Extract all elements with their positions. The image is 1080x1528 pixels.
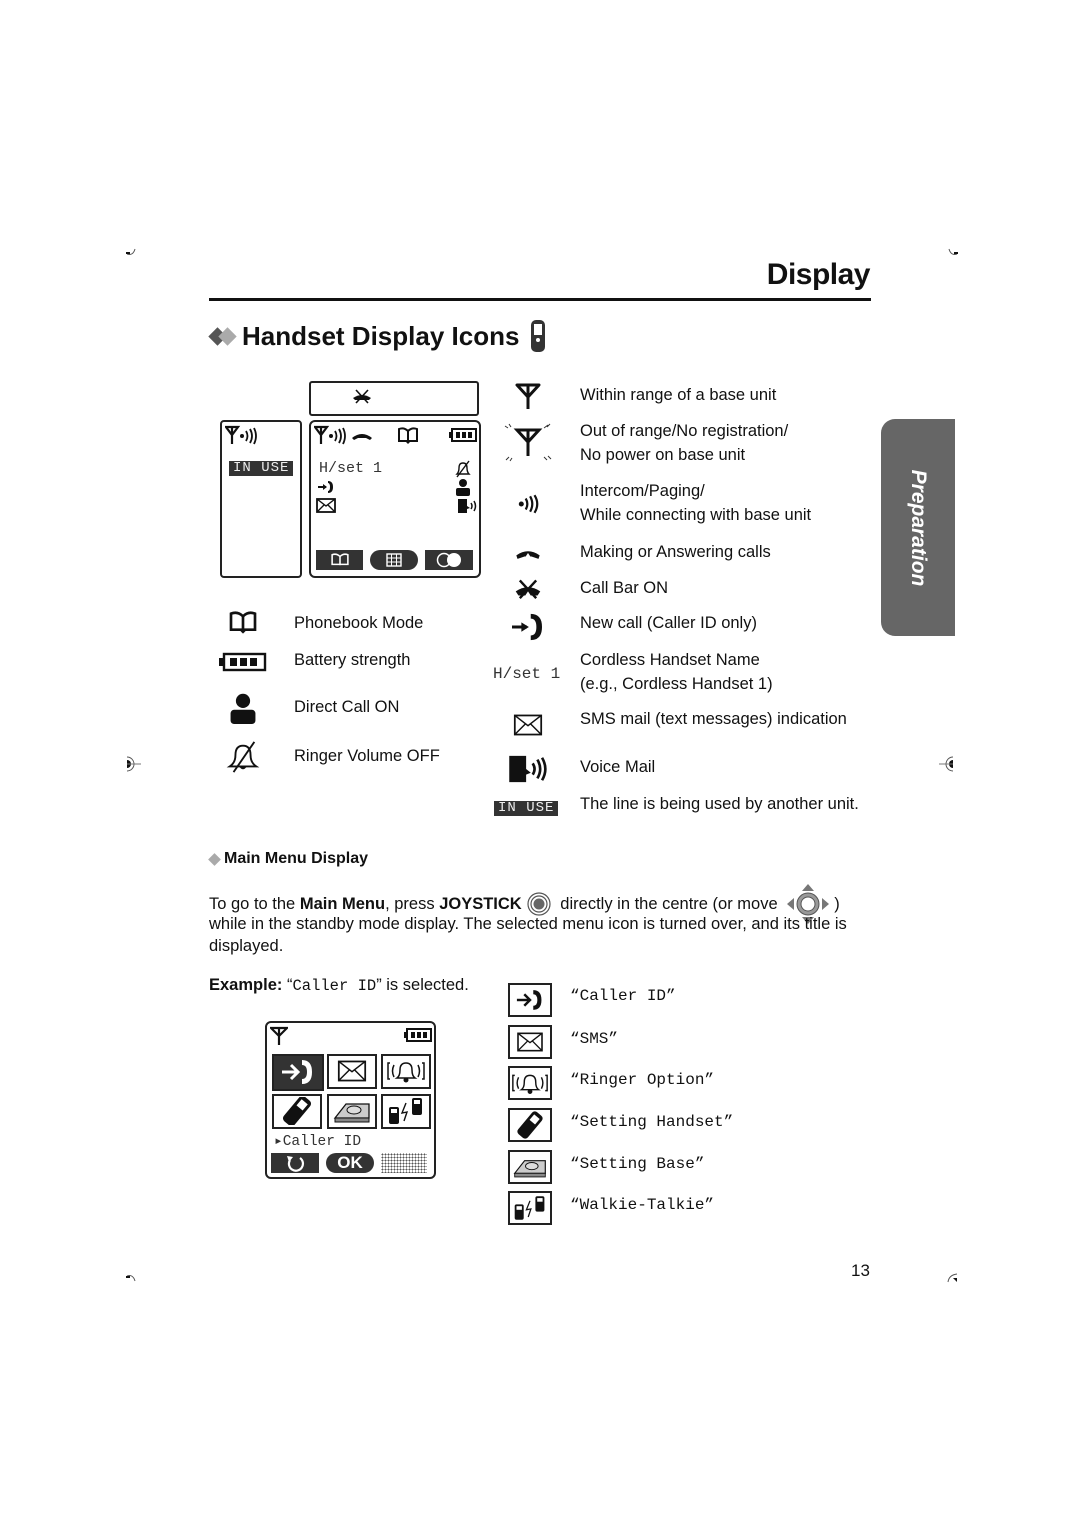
menu-tile-ringer-option[interactable] xyxy=(381,1054,431,1089)
in-use-badge: IN USE xyxy=(494,801,559,816)
legend-label: Ringer Volume OFF xyxy=(294,747,440,765)
menu-item-label: “SMS” xyxy=(570,1030,619,1048)
diamond-bullet-icon xyxy=(208,852,221,866)
menu-item-label: “Setting Handset” xyxy=(570,1113,734,1131)
lcd-main-menu-screen: ▸Caller ID OK xyxy=(265,1021,436,1179)
legend-label: Phonebook Mode xyxy=(294,614,424,632)
registration-mark xyxy=(947,1273,958,1283)
legend-label: Call Bar ON xyxy=(580,579,669,597)
legend-label: SMS mail (text messages) indication xyxy=(580,710,847,728)
ringer-off-icon xyxy=(224,740,262,774)
menu-item-label: “Setting Base” xyxy=(570,1155,705,1173)
phonebook-softkey[interactable] xyxy=(316,550,363,570)
subsection-title: Main Menu Display xyxy=(208,850,368,868)
new-call-icon xyxy=(318,481,333,493)
new-call-icon xyxy=(508,611,546,643)
phonebook-icon xyxy=(398,427,418,444)
registration-mark xyxy=(939,756,954,772)
menu-tile-setting-handset[interactable] xyxy=(272,1094,322,1129)
call-bar-icon xyxy=(511,577,545,603)
joystick-press-icon xyxy=(527,892,551,916)
menu-item-label: “Caller ID” xyxy=(570,987,676,1005)
voice-mail-icon xyxy=(506,753,550,785)
section-tab-preparation[interactable]: Preparation xyxy=(881,419,955,636)
heading-rule xyxy=(209,298,871,301)
intro-line-3: displayed. xyxy=(209,937,284,955)
handset-icon xyxy=(531,320,546,352)
registration-mark xyxy=(126,756,141,772)
page-number: 13 xyxy=(851,1261,870,1280)
page-heading: Display xyxy=(766,258,871,291)
legend-label: Making or Answering calls xyxy=(580,543,771,561)
intro-line-2: while in the standby mode display. The s… xyxy=(209,915,847,933)
menu-tile-caller-id-selected[interactable] xyxy=(272,1054,324,1091)
registration-mark xyxy=(948,248,958,255)
intercom-icon xyxy=(514,492,544,516)
legend-label: The line is being used by another unit. xyxy=(580,795,859,813)
direct-call-icon xyxy=(225,691,261,725)
selected-menu-title: ▸Caller ID xyxy=(274,1134,362,1150)
registration-mark xyxy=(126,1275,136,1282)
lcd-main-screen: H/set 1 xyxy=(309,420,481,578)
legend-label: Voice Mail xyxy=(580,758,656,776)
legend-label: While connecting with base unit xyxy=(580,506,812,524)
example-caption: Example: “Caller ID” is selected. xyxy=(209,976,469,995)
legend-label: Direct Call ON xyxy=(294,698,400,716)
legend-label: New call (Caller ID only) xyxy=(580,614,757,632)
ringer-option-icon xyxy=(508,1066,552,1100)
battery-icon xyxy=(449,428,477,442)
antenna-intercom-icon xyxy=(314,425,346,445)
intercom-softkey[interactable] xyxy=(425,550,473,570)
back-softkey[interactable] xyxy=(271,1153,319,1173)
sms-envelope-icon xyxy=(511,712,545,738)
voice-mail-icon xyxy=(458,499,477,513)
section-title: Handset Display Icons xyxy=(208,318,547,354)
handset-off-hook-icon xyxy=(510,545,546,561)
caller-id-icon xyxy=(508,983,552,1017)
direct-call-icon xyxy=(456,479,470,496)
menu-item-label: “Ringer Option” xyxy=(570,1071,715,1089)
sms-icon xyxy=(508,1025,552,1059)
antenna-icon xyxy=(270,1026,288,1045)
battery-icon xyxy=(404,1028,432,1042)
legend-label: Out of range/No registration/ xyxy=(580,422,789,440)
handset-off-hook-icon xyxy=(352,434,372,440)
diamond-bullets-icon xyxy=(208,326,237,346)
antenna-icon xyxy=(512,381,544,411)
battery-icon xyxy=(218,650,268,674)
ringer-off-icon xyxy=(455,460,471,478)
handset-name-sample: H/set 1 xyxy=(493,665,561,683)
ok-softkey[interactable]: OK xyxy=(326,1153,374,1173)
phonebook-icon xyxy=(222,609,264,637)
legend-label: Battery strength xyxy=(294,651,411,669)
menu-item-label: “Walkie-Talkie” xyxy=(570,1196,715,1214)
section-title-text: Handset Display Icons xyxy=(242,320,520,351)
lcd-left-screen: IN USE xyxy=(220,420,302,578)
setting-handset-icon xyxy=(508,1108,552,1142)
menu-tile-sms[interactable] xyxy=(327,1054,377,1089)
sms-envelope-icon xyxy=(316,498,336,513)
antenna-intercom-icon xyxy=(225,425,257,445)
handset-name: H/set 1 xyxy=(319,460,383,477)
legend-label: (e.g., Cordless Handset 1) xyxy=(580,675,773,693)
in-use-badge: IN USE xyxy=(229,461,294,476)
legend-label: Within range of a base unit xyxy=(580,386,777,404)
setting-base-icon xyxy=(508,1150,552,1184)
menu-tile-walkie-talkie[interactable] xyxy=(381,1094,431,1129)
antenna-flashing-icon xyxy=(502,422,554,464)
walkie-talkie-icon xyxy=(508,1191,552,1225)
dotted-softkey-area xyxy=(381,1153,427,1173)
call-bar-icon xyxy=(353,389,371,404)
legend-label: Intercom/Paging/ xyxy=(580,482,705,500)
menu-softkey[interactable] xyxy=(370,550,418,570)
registration-mark xyxy=(126,248,136,255)
legend-label: No power on base unit xyxy=(580,446,746,464)
menu-tile-setting-base[interactable] xyxy=(327,1094,377,1129)
legend-label: Cordless Handset Name xyxy=(580,651,760,669)
lcd-top-strip xyxy=(309,381,479,416)
